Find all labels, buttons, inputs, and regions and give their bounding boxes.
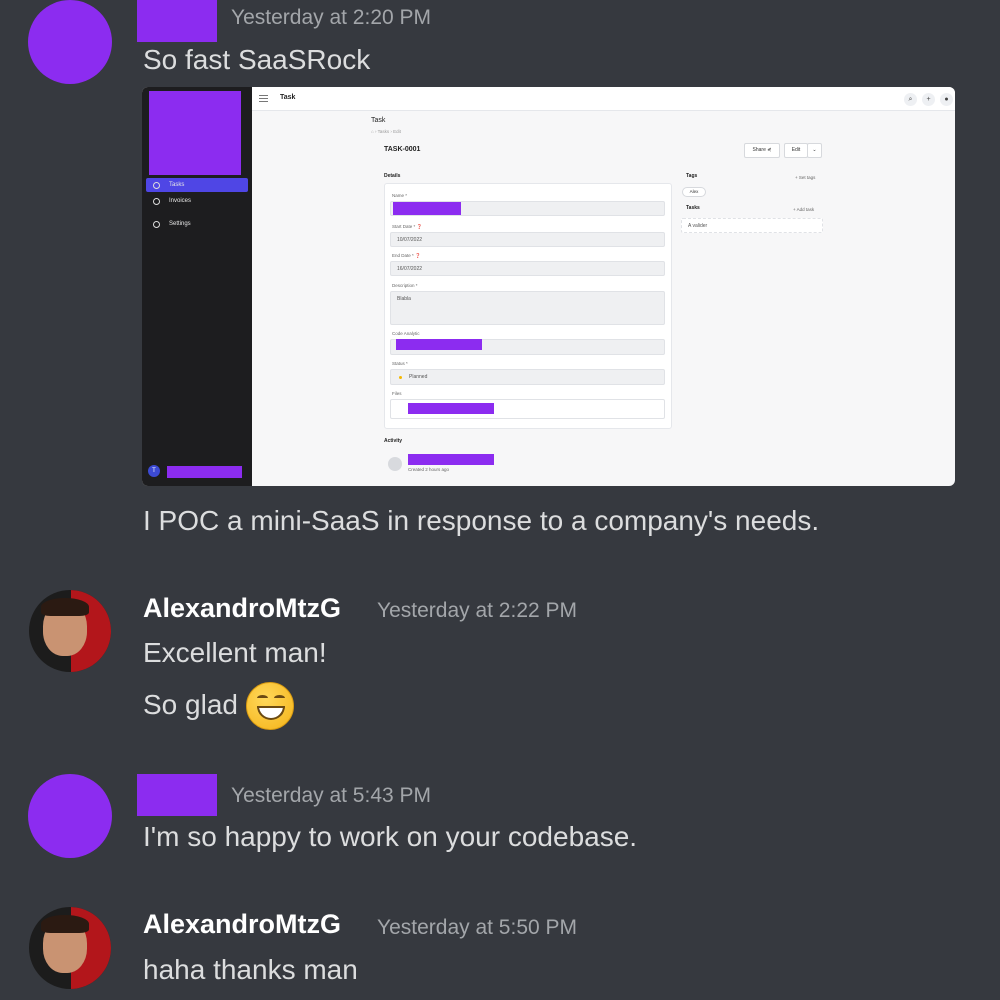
sidebar-user-name-redacted [167, 466, 242, 478]
app-topbar: Task ⌕ + ● [252, 87, 955, 111]
message-timestamp: Yesterday at 5:50 PM [377, 916, 578, 939]
username[interactable]: AlexandroMtzG [143, 909, 341, 940]
add-icon[interactable]: + [922, 93, 935, 106]
files-label: Files [392, 391, 402, 396]
avatar-hair [41, 915, 89, 933]
app-logo-redacted [149, 91, 241, 175]
description-label: Description * [392, 283, 418, 288]
status-value: Planned [409, 374, 428, 380]
activity-avatar [388, 457, 402, 471]
end-date-field[interactable]: 16/07/2022 [390, 261, 665, 276]
settings-icon [153, 220, 160, 228]
message-text: Excellent man! [143, 637, 327, 668]
app-sidebar: Tasks Invoices Settings T [142, 87, 252, 486]
status-label: Status * [392, 361, 408, 366]
status-dot-icon [399, 376, 402, 379]
name-label: Name * [392, 193, 408, 198]
set-tags-link[interactable]: + Set tags [795, 175, 815, 180]
details-heading: Details [384, 173, 401, 179]
tag-chip[interactable]: Alex [682, 187, 706, 197]
username-redacted[interactable] [137, 0, 217, 42]
tags-heading: Tags [686, 173, 698, 179]
message-timestamp: Yesterday at 2:20 PM [231, 6, 432, 29]
file-name-redacted [408, 403, 494, 414]
message-text: So fast SaaSRock [143, 44, 371, 75]
message-text: haha thanks man [143, 954, 358, 985]
status-select[interactable]: Planned [390, 369, 665, 385]
message-timestamp: Yesterday at 5:43 PM [231, 784, 432, 807]
message-text: I POC a mini-SaaS in response to a compa… [143, 505, 820, 536]
sidebar-item-label: Invoices [169, 198, 192, 204]
sidebar-item-invoices[interactable]: Invoices [146, 194, 248, 208]
user-icon[interactable]: ● [940, 93, 953, 106]
user-avatar[interactable] [29, 907, 111, 989]
sidebar-item-tasks[interactable]: Tasks [146, 178, 248, 192]
avatar-hair [41, 598, 89, 616]
message-text: So glad [143, 689, 238, 720]
add-task-link[interactable]: + Add task [793, 207, 814, 212]
activity-user-redacted [408, 454, 494, 465]
grinning-face-emoji-icon[interactable] [246, 682, 294, 730]
username-redacted[interactable] [137, 774, 217, 816]
sidebar-item-label: Settings [169, 221, 191, 227]
user-avatar-redacted[interactable] [28, 774, 112, 858]
code-analytic-value-redacted [396, 339, 482, 350]
invoices-icon [153, 197, 160, 205]
activity-heading: Activity [384, 438, 403, 444]
tag-label: Alex [689, 189, 699, 194]
activity-time: Created 2 hours ago [408, 467, 450, 472]
name-value-redacted [393, 202, 461, 215]
page-title: Task [371, 117, 386, 124]
end-date-label: End Date * ❓ [392, 253, 421, 258]
topbar-title: Task [280, 94, 296, 101]
task-item[interactable]: A valider [681, 218, 823, 233]
menu-icon[interactable] [259, 95, 268, 102]
sidebar-item-label: Tasks [169, 182, 185, 188]
start-date-label: Start Date * ❓ [392, 224, 423, 229]
user-avatar[interactable] [29, 590, 111, 672]
message-timestamp: Yesterday at 2:22 PM [377, 599, 578, 622]
tasks-heading: Tasks [686, 205, 700, 211]
username[interactable]: AlexandroMtzG [143, 593, 341, 624]
description-textarea[interactable]: Blabla [390, 291, 665, 325]
edit-dropdown-button[interactable]: ⌄ [807, 143, 822, 158]
breadcrumb[interactable]: ⌂ › Tasks › Edit [371, 129, 401, 134]
message-text: I'm so happy to work on your codebase. [143, 821, 638, 852]
message-attachment-image[interactable]: Tasks Invoices Settings T Task ⌕ + ● Tas… [142, 87, 955, 486]
share-button[interactable]: Share ⋞ [744, 143, 780, 158]
record-id: TASK-0001 [384, 146, 421, 153]
search-icon[interactable]: ⌕ [904, 93, 917, 106]
sidebar-user-avatar[interactable]: T [148, 465, 160, 477]
sidebar-item-settings[interactable]: Settings [146, 217, 248, 231]
user-avatar-redacted[interactable] [28, 0, 112, 84]
edit-button[interactable]: Edit [784, 143, 808, 158]
start-date-field[interactable]: 10/07/2022 [390, 232, 665, 247]
tasks-icon [153, 181, 160, 189]
code-analytic-label: Code Analytic [392, 331, 420, 336]
